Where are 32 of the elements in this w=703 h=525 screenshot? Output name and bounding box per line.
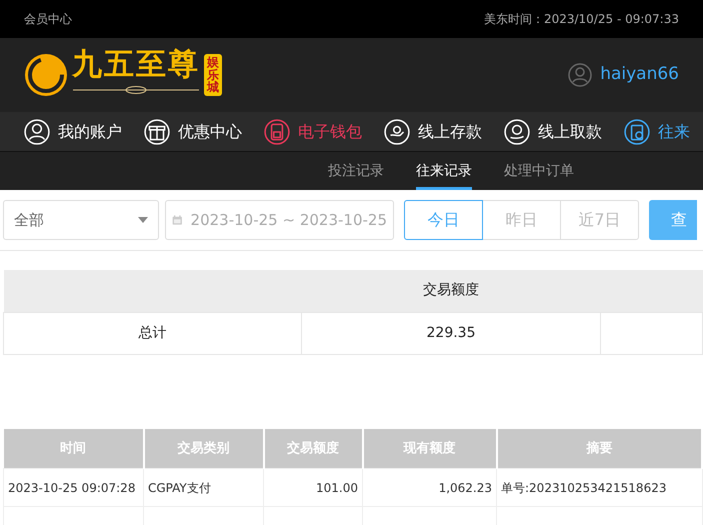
dropdown-caret-icon	[138, 217, 148, 223]
table-cell: 2023-10-25 09:07:28	[4, 468, 144, 506]
sub-tab[interactable]: 处理中订单	[504, 152, 574, 190]
table-cell: 229.35	[302, 312, 600, 354]
table-cell: 101.00	[264, 468, 362, 506]
logo-text: 九五至尊	[72, 50, 200, 80]
gift-icon	[144, 118, 170, 144]
page-title: 会员中心	[24, 11, 72, 28]
nav-item[interactable]: 线上取款	[504, 118, 602, 144]
sub-tab[interactable]: 往来记录	[416, 152, 472, 190]
nav-item[interactable]: 电子钱包	[264, 118, 362, 144]
table-cell: 总计	[4, 312, 302, 354]
nav-item[interactable]: 我的账户	[24, 118, 122, 144]
table-cell: CGPAY支付	[144, 468, 264, 506]
logo-coin-icon	[24, 53, 68, 97]
withdraw-icon	[504, 118, 530, 144]
person-icon	[24, 118, 50, 144]
nav-item[interactable]: 往来	[624, 118, 690, 144]
nav-item[interactable]: 线上存款	[384, 118, 482, 144]
user-icon	[568, 63, 592, 87]
clock-text: 美东时间：2023/10/25 - 09:07:33	[484, 11, 679, 28]
table-header: 交易额度	[302, 270, 600, 312]
username-link[interactable]: haiyan66	[600, 62, 679, 88]
nav-item[interactable]: 优惠中心	[144, 118, 242, 144]
sub-tab[interactable]: 投注记录	[328, 152, 384, 190]
wallet-icon	[264, 118, 290, 144]
table-cell: 1,062.23	[362, 468, 496, 506]
clipboard-icon	[624, 118, 650, 144]
type-select[interactable]: 全部	[3, 200, 159, 240]
logo-badge: 娱乐城	[204, 54, 222, 96]
deposit-icon	[384, 118, 410, 144]
table-cell: 单号:202310253421518623	[496, 468, 702, 506]
